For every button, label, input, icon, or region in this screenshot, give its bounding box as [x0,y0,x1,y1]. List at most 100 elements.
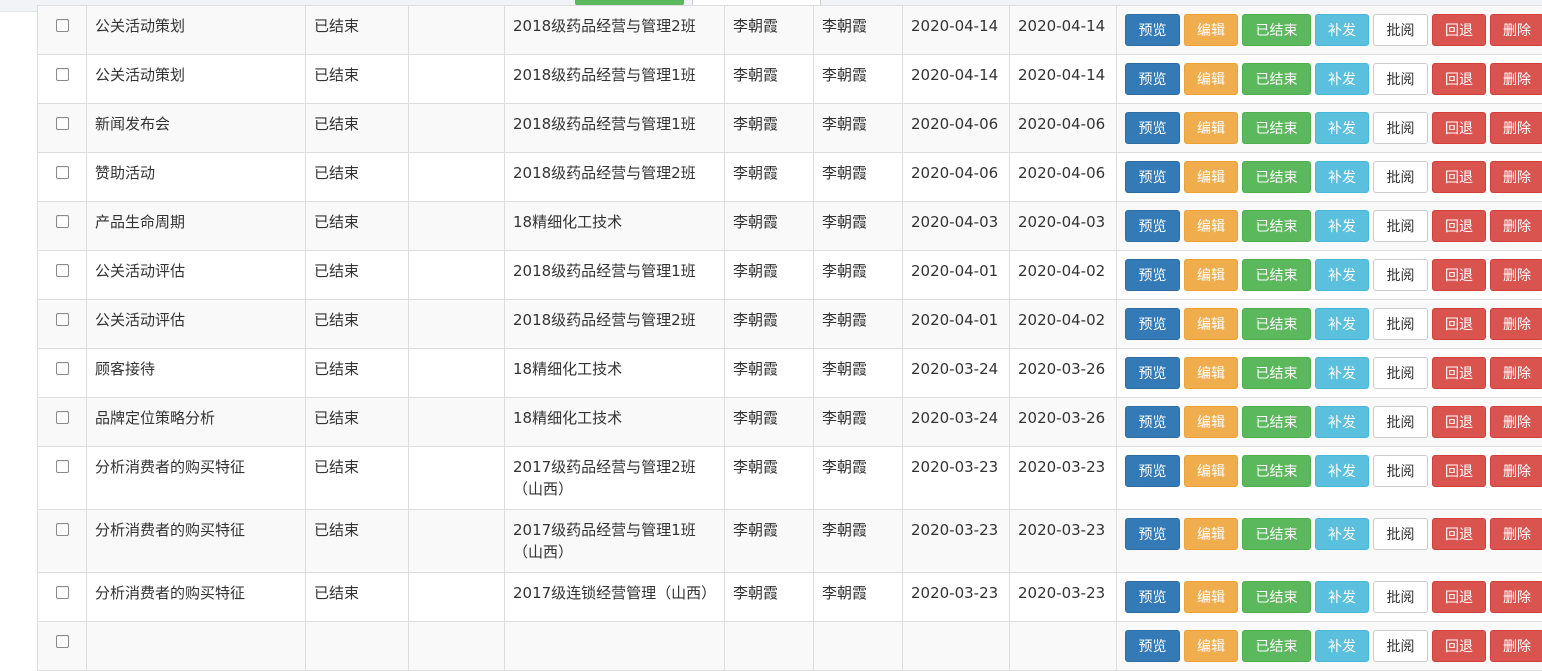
delete-button[interactable]: 删除 [1490,630,1542,662]
edit-button[interactable]: 编辑 [1184,630,1238,662]
finished-button[interactable]: 已结束 [1242,581,1311,613]
resend-button[interactable]: 补发 [1315,357,1369,389]
row-checkbox[interactable] [56,362,69,375]
finished-button[interactable]: 已结束 [1242,518,1311,550]
resend-button[interactable]: 补发 [1315,14,1369,46]
row-checkbox[interactable] [56,68,69,81]
rollback-button[interactable]: 回退 [1432,14,1486,46]
preview-button[interactable]: 预览 [1125,357,1180,389]
resend-button[interactable]: 补发 [1315,112,1369,144]
rollback-button[interactable]: 回退 [1432,112,1486,144]
preview-button[interactable]: 预览 [1125,259,1180,291]
rollback-button[interactable]: 回退 [1432,210,1486,242]
preview-button[interactable]: 预览 [1125,63,1180,95]
review-button[interactable]: 批阅 [1373,518,1428,550]
row-checkbox[interactable] [56,215,69,228]
delete-button[interactable]: 删除 [1490,210,1542,242]
preview-button[interactable]: 预览 [1125,630,1180,662]
resend-button[interactable]: 补发 [1315,259,1369,291]
preview-button[interactable]: 预览 [1125,581,1180,613]
edit-button[interactable]: 编辑 [1184,518,1238,550]
edit-button[interactable]: 编辑 [1184,112,1238,144]
delete-button[interactable]: 删除 [1490,581,1542,613]
delete-button[interactable]: 删除 [1490,357,1542,389]
rollback-button[interactable]: 回退 [1432,630,1486,662]
review-button[interactable]: 批阅 [1373,210,1428,242]
review-button[interactable]: 批阅 [1373,308,1428,340]
resend-button[interactable]: 补发 [1315,406,1369,438]
finished-button[interactable]: 已结束 [1242,112,1311,144]
row-checkbox[interactable] [56,635,69,648]
finished-button[interactable]: 已结束 [1242,259,1311,291]
review-button[interactable]: 批阅 [1373,581,1428,613]
finished-button[interactable]: 已结束 [1242,455,1311,487]
delete-button[interactable]: 删除 [1490,259,1542,291]
review-button[interactable]: 批阅 [1373,357,1428,389]
edit-button[interactable]: 编辑 [1184,14,1238,46]
rollback-button[interactable]: 回退 [1432,518,1486,550]
review-button[interactable]: 批阅 [1373,161,1428,193]
review-button[interactable]: 批阅 [1373,259,1428,291]
finished-button[interactable]: 已结束 [1242,63,1311,95]
review-button[interactable]: 批阅 [1373,406,1428,438]
preview-button[interactable]: 预览 [1125,14,1180,46]
delete-button[interactable]: 删除 [1490,406,1542,438]
edit-button[interactable]: 编辑 [1184,63,1238,95]
rollback-button[interactable]: 回退 [1432,406,1486,438]
review-button[interactable]: 批阅 [1373,112,1428,144]
resend-button[interactable]: 补发 [1315,630,1369,662]
delete-button[interactable]: 删除 [1490,308,1542,340]
finished-button[interactable]: 已结束 [1242,357,1311,389]
rollback-button[interactable]: 回退 [1432,63,1486,95]
review-button[interactable]: 批阅 [1373,63,1428,95]
preview-button[interactable]: 预览 [1125,112,1180,144]
preview-button[interactable]: 预览 [1125,455,1180,487]
delete-button[interactable]: 删除 [1490,455,1542,487]
edit-button[interactable]: 编辑 [1184,161,1238,193]
review-button[interactable]: 批阅 [1373,455,1428,487]
resend-button[interactable]: 补发 [1315,455,1369,487]
resend-button[interactable]: 补发 [1315,161,1369,193]
resend-button[interactable]: 补发 [1315,308,1369,340]
row-checkbox[interactable] [56,523,69,536]
finished-button[interactable]: 已结束 [1242,630,1311,662]
edit-button[interactable]: 编辑 [1184,259,1238,291]
finished-button[interactable]: 已结束 [1242,406,1311,438]
row-checkbox[interactable] [56,264,69,277]
row-checkbox[interactable] [56,411,69,424]
delete-button[interactable]: 删除 [1490,161,1542,193]
review-button[interactable]: 批阅 [1373,14,1428,46]
row-checkbox[interactable] [56,460,69,473]
finished-button[interactable]: 已结束 [1242,14,1311,46]
row-checkbox[interactable] [56,313,69,326]
row-checkbox[interactable] [56,19,69,32]
finished-button[interactable]: 已结束 [1242,210,1311,242]
finished-button[interactable]: 已结束 [1242,308,1311,340]
preview-button[interactable]: 预览 [1125,210,1180,242]
delete-button[interactable]: 删除 [1490,112,1542,144]
preview-button[interactable]: 预览 [1125,161,1180,193]
review-button[interactable]: 批阅 [1373,630,1428,662]
preview-button[interactable]: 预览 [1125,406,1180,438]
row-checkbox[interactable] [56,586,69,599]
rollback-button[interactable]: 回退 [1432,308,1486,340]
rollback-button[interactable]: 回退 [1432,581,1486,613]
resend-button[interactable]: 补发 [1315,63,1369,95]
resend-button[interactable]: 补发 [1315,518,1369,550]
rollback-button[interactable]: 回退 [1432,357,1486,389]
edit-button[interactable]: 编辑 [1184,308,1238,340]
edit-button[interactable]: 编辑 [1184,357,1238,389]
delete-button[interactable]: 删除 [1490,63,1542,95]
rollback-button[interactable]: 回退 [1432,161,1486,193]
delete-button[interactable]: 删除 [1490,14,1542,46]
edit-button[interactable]: 编辑 [1184,455,1238,487]
rollback-button[interactable]: 回退 [1432,259,1486,291]
preview-button[interactable]: 预览 [1125,518,1180,550]
rollback-button[interactable]: 回退 [1432,455,1486,487]
resend-button[interactable]: 补发 [1315,210,1369,242]
edit-button[interactable]: 编辑 [1184,210,1238,242]
resend-button[interactable]: 补发 [1315,581,1369,613]
finished-button[interactable]: 已结束 [1242,161,1311,193]
edit-button[interactable]: 编辑 [1184,581,1238,613]
row-checkbox[interactable] [56,117,69,130]
